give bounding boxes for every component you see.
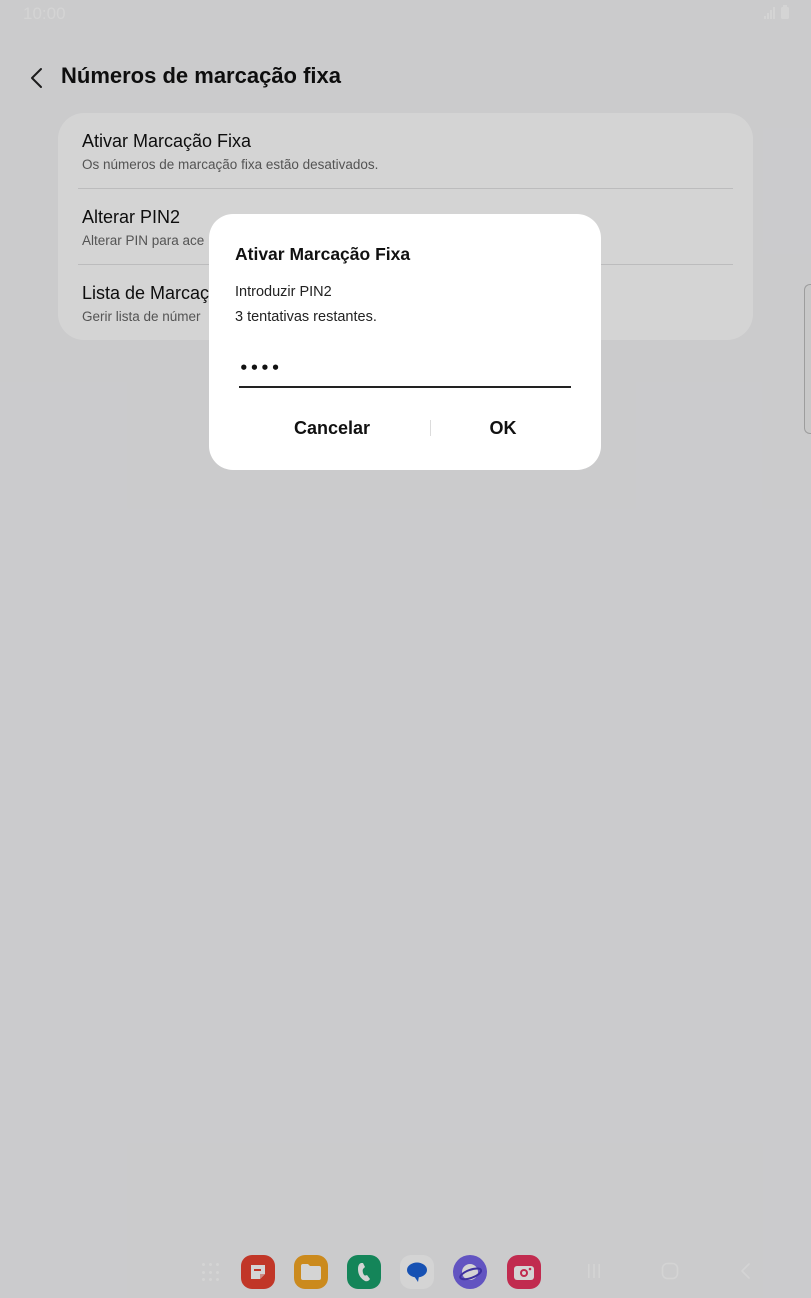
dialog-title: Ativar Marcação Fixa xyxy=(235,244,411,264)
dialog-attempts: 3 tentativas restantes. xyxy=(235,309,377,325)
dialog-prompt: Introduzir PIN2 xyxy=(235,284,332,300)
ok-button[interactable]: OK xyxy=(413,410,593,446)
dialog-scrim[interactable] xyxy=(0,0,811,1298)
pin2-input[interactable] xyxy=(239,350,571,388)
pin2-dialog: Ativar Marcação Fixa Introduzir PIN2 3 t… xyxy=(209,214,601,470)
cancel-button[interactable]: Cancelar xyxy=(242,410,422,446)
